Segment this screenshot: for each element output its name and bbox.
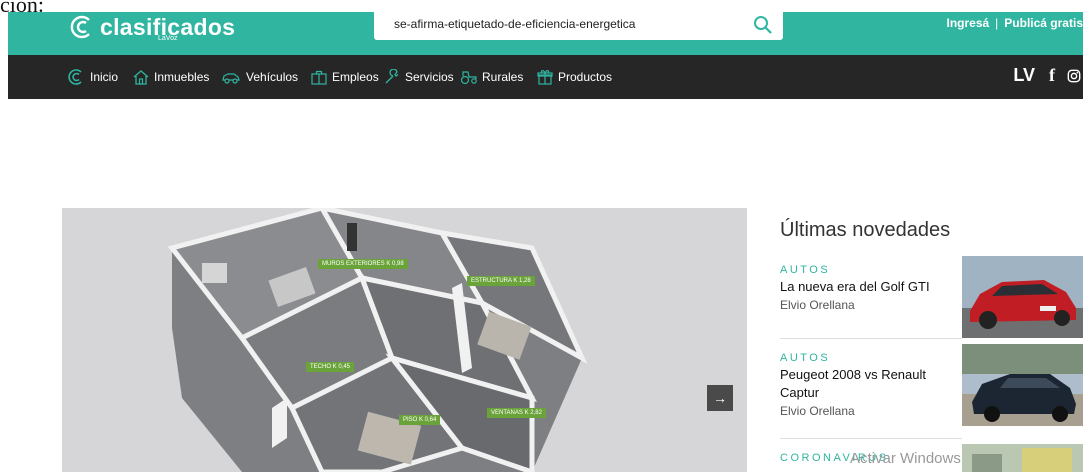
- site-logo[interactable]: clasificados: [68, 12, 235, 42]
- header-bar: clasificados LaVoz se-afirma-etiquetado-…: [8, 12, 1083, 55]
- nav-label: Servicios: [405, 70, 454, 84]
- clasificados-icon: [68, 69, 82, 85]
- search-icon[interactable]: [753, 15, 773, 35]
- nav-label: Empleos: [332, 70, 379, 84]
- card-thumbnail[interactable]: [962, 444, 1083, 472]
- nav-item-empleos[interactable]: Empleos: [310, 69, 379, 85]
- auth-links: Ingresá | Publicá gratis: [946, 16, 1083, 30]
- login-link[interactable]: Ingresá: [946, 16, 989, 30]
- nav-item-productos[interactable]: Productos: [536, 69, 612, 85]
- coronavirus-photo: [962, 444, 1083, 472]
- news-card[interactable]: AUTOS Peugeot 2008 vs Renault Captur Elv…: [780, 352, 955, 418]
- search-box[interactable]: se-afirma-etiquetado-de-eficiencia-energ…: [374, 12, 783, 40]
- nav-item-inicio[interactable]: Inicio: [68, 69, 118, 85]
- gift-icon: [537, 70, 553, 85]
- carousel-next-button[interactable]: →: [707, 385, 733, 411]
- label-estructura: ESTRUCTURA K 1,28: [467, 276, 535, 286]
- label-techo: TECHO K 0,45: [306, 362, 355, 372]
- label-ventanas: VENTANAS K 2,82: [487, 408, 546, 418]
- nav-item-inmuebles[interactable]: Inmuebles: [132, 69, 209, 85]
- card-headline[interactable]: Peugeot 2008 vs Renault Captur: [780, 366, 955, 402]
- card-category: AUTOS: [780, 352, 831, 364]
- floorplan-illustration: [62, 208, 747, 472]
- nav-label: Inicio: [90, 70, 119, 84]
- nav-label: Vehículos: [246, 70, 299, 84]
- clasificados-logo-icon: [70, 15, 90, 39]
- card-thumbnail[interactable]: [962, 344, 1083, 426]
- logo-subtitle: LaVoz: [158, 35, 178, 42]
- label-muros-exteriores: MUROS EXTERIORES K 0,98: [318, 259, 408, 269]
- peugeot-2008-photo: [962, 344, 1083, 426]
- windows-activation-watermark: Activar Windows: [850, 450, 961, 467]
- hero-image[interactable]: MUROS EXTERIORES K 0,98 ESTRUCTURA K 1,2…: [62, 208, 747, 472]
- lavoz-link[interactable]: LV: [1013, 65, 1035, 86]
- nav-label: Inmuebles: [154, 70, 210, 84]
- house-icon: [133, 70, 149, 85]
- tractor-icon: [460, 71, 477, 85]
- card-thumbnail[interactable]: [962, 256, 1083, 338]
- card-divider: [780, 438, 962, 439]
- card-divider: [780, 338, 962, 339]
- search-input[interactable]: se-afirma-etiquetado-de-eficiencia-energ…: [394, 17, 635, 31]
- golf-gti-photo: [962, 256, 1083, 338]
- card-author: Elvio Orellana: [780, 404, 855, 418]
- nav-item-servicios[interactable]: Servicios: [383, 69, 454, 85]
- sidebar-title: Últimas novedades: [780, 219, 951, 241]
- label-piso: PISO K 0,64: [399, 415, 441, 425]
- nav-item-rurales[interactable]: Rurales: [460, 69, 523, 85]
- main-nav: Inicio Inmuebles Vehículos Empleos Servi…: [8, 55, 1083, 99]
- facebook-icon[interactable]: f: [1049, 65, 1055, 86]
- nav-label: Rurales: [482, 70, 524, 84]
- wrench-icon: [385, 69, 399, 84]
- instagram-icon[interactable]: [1067, 69, 1081, 83]
- briefcase-icon: [311, 70, 327, 85]
- car-icon: [222, 73, 240, 84]
- publish-link[interactable]: Publicá gratis: [1004, 16, 1083, 30]
- nav-label: Productos: [558, 70, 613, 84]
- social-links: LV f: [1013, 65, 1083, 86]
- auth-separator: |: [995, 16, 999, 30]
- nav-item-vehiculos[interactable]: Vehículos: [220, 69, 298, 85]
